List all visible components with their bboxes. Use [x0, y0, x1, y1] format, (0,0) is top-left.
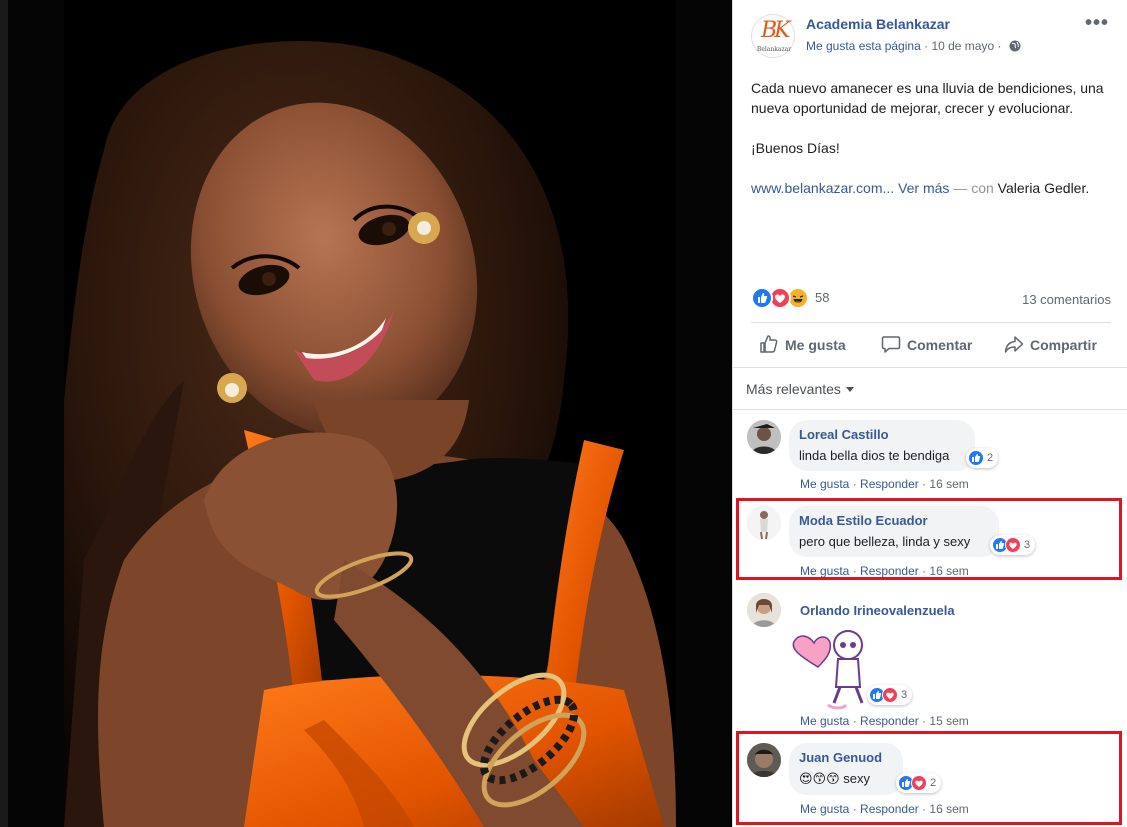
comment-button-label: Comentar [907, 337, 973, 353]
photo-viewer [0, 0, 732, 827]
divider [733, 409, 1127, 410]
reactions-summary[interactable]: 58 13 comentarios [751, 287, 1111, 309]
love-reaction-icon [882, 687, 898, 703]
comment-like-link[interactable]: Me gusta [800, 477, 849, 491]
divider [751, 322, 1111, 323]
comment-text: pero que belleza, linda y sexy [799, 534, 971, 549]
comment-sort-dropdown[interactable]: Más relevantes [746, 381, 854, 397]
post-text-paragraph: Cada nuevo amanecer es una lluvia de ben… [751, 80, 1104, 116]
globe-icon [1009, 40, 1021, 55]
comment-reactions[interactable]: 2 [896, 773, 942, 793]
page-avatar[interactable]: BK Belankazar [751, 14, 795, 58]
tagged-person[interactable]: Valeria Gedler [998, 180, 1086, 196]
share-button-label: Compartir [1030, 337, 1097, 353]
post-meta: Me gusta esta página · 10 de mayo · [806, 39, 1021, 55]
comment-time[interactable]: 16 sem [929, 802, 968, 816]
comment-reactions[interactable]: 3 [867, 685, 913, 705]
avatar[interactable] [747, 420, 781, 454]
post-link-line: www.belankazar.com... Ver más — con Vale… [751, 178, 1116, 198]
avatar[interactable] [747, 506, 781, 540]
comment-reaction-count: 3 [1024, 539, 1031, 551]
page-avatar-logo-text: Belankazar [756, 46, 792, 53]
portrait-image [64, 0, 676, 827]
comment-reactions[interactable]: 2 [966, 448, 999, 468]
comment-time[interactable]: 15 sem [929, 714, 968, 728]
comment-bubble: Loreal Castillo linda bella dios te bend… [789, 420, 975, 471]
comments-count[interactable]: 13 comentarios [1022, 292, 1111, 307]
comment-reaction-count: 2 [987, 452, 994, 464]
avatar[interactable] [747, 743, 781, 777]
comment-bubble: Juan Genuod 😍😙😙 sexy [789, 743, 903, 795]
post-date[interactable]: 10 de mayo [931, 39, 994, 53]
divider [733, 367, 1127, 368]
comment-text: 😍😙😙 sexy [799, 771, 870, 786]
post-panel: BK Belankazar Academia Belankazar Me gus… [732, 0, 1127, 827]
post-photo[interactable] [64, 0, 676, 827]
reaction-count[interactable]: 58 [815, 290, 829, 305]
comment-reply-link[interactable]: Responder [860, 714, 919, 728]
comment-author[interactable]: Orlando Irineovalenzuela [800, 603, 955, 619]
meta-separator: · [997, 39, 1002, 53]
comment-reaction-count: 3 [901, 689, 908, 701]
comment-actions: Me gusta · Responder · 16 sem [800, 802, 969, 816]
comment-icon [881, 334, 907, 357]
comment-actions: Me gusta · Responder · 16 sem [800, 564, 969, 578]
comment-time[interactable]: 16 sem [929, 564, 968, 578]
comment-author[interactable]: Moda Estilo Ecuador [799, 513, 989, 529]
comment-author[interactable]: Juan Genuod [799, 750, 893, 766]
comment-bubble: Moda Estilo Ecuador pero que belleza, li… [789, 506, 999, 557]
like-reaction-icon [968, 450, 984, 466]
comment-text: linda bella dios te bendiga [799, 448, 950, 463]
comment-reply-link[interactable]: Responder [860, 802, 919, 816]
thumbs-up-icon [759, 334, 785, 357]
comment-like-link[interactable]: Me gusta [800, 564, 849, 578]
share-icon [1004, 334, 1030, 357]
meta-separator: · [924, 39, 929, 53]
page-avatar-logo: BK [761, 18, 791, 43]
comment-button[interactable]: Comentar [881, 333, 972, 357]
share-button[interactable]: Compartir [1004, 333, 1097, 357]
love-reaction-icon [1005, 537, 1021, 553]
comment-author[interactable]: Loreal Castillo [799, 427, 965, 443]
comment-actions: Me gusta · Responder · 16 sem [800, 477, 969, 491]
more-options-icon[interactable]: ••• [1085, 12, 1109, 35]
comment-reaction-count: 2 [930, 777, 937, 789]
comment-like-link[interactable]: Me gusta [800, 714, 849, 728]
like-button[interactable]: Me gusta [759, 333, 846, 357]
comment-reactions[interactable]: 3 [990, 535, 1036, 555]
love-reaction-icon [911, 775, 927, 791]
comment-sort-label: Más relevantes [746, 381, 841, 397]
sticker-image[interactable] [788, 627, 878, 712]
page-name[interactable]: Academia Belankazar [806, 16, 950, 32]
comment-like-link[interactable]: Me gusta [800, 802, 849, 816]
like-reaction-icon [751, 287, 773, 309]
tagged-end: . [1085, 180, 1090, 196]
comment-reply-link[interactable]: Responder [860, 477, 919, 491]
comment-reply-link[interactable]: Responder [860, 564, 919, 578]
post-link[interactable]: www.belankazar.com... [751, 180, 894, 196]
with-text: — con [949, 180, 998, 196]
caret-down-icon [845, 387, 854, 392]
see-more-link[interactable]: Ver más [898, 180, 949, 196]
previous-photo-edge[interactable] [0, 0, 8, 827]
avatar[interactable] [747, 593, 781, 627]
comment-actions: Me gusta · Responder · 15 sem [800, 714, 969, 728]
post-text: Cada nuevo amanecer es una lluvia de ben… [751, 78, 1116, 218]
post-text-greeting: ¡Buenos Días! [751, 140, 840, 156]
comment-time[interactable]: 16 sem [929, 477, 968, 491]
like-page-link[interactable]: Me gusta esta página [806, 39, 921, 53]
like-button-label: Me gusta [785, 337, 846, 353]
